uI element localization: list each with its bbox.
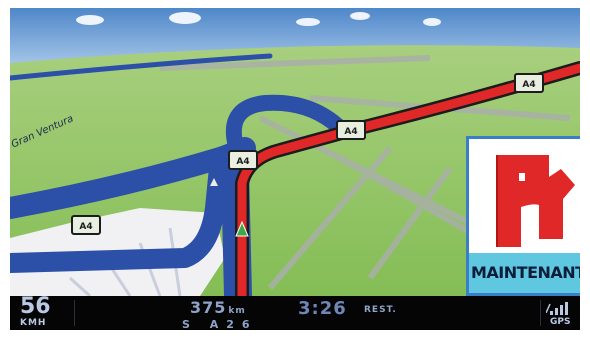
- svg-text:A4: A4: [79, 222, 92, 232]
- route-shield: A4: [228, 150, 258, 170]
- speed-unit: KMH: [20, 318, 47, 328]
- svg-text:A4: A4: [522, 80, 535, 90]
- cloud: [296, 18, 320, 26]
- speed-value: 56: [20, 294, 51, 319]
- cloud: [350, 12, 370, 20]
- status-bar: 56 KMH 375 km S A26 3:26 REST. GPS: [10, 296, 580, 330]
- cloud: [76, 15, 104, 25]
- time-remaining[interactable]: 3:26: [298, 298, 347, 319]
- next-maneuver-panel[interactable]: MAINTENANT: [466, 136, 580, 296]
- svg-text:A4: A4: [344, 127, 357, 137]
- route-shield: A4: [336, 120, 366, 140]
- cloud: [423, 18, 441, 26]
- gps-status-label: GPS: [550, 317, 571, 327]
- cloud: [169, 12, 201, 24]
- road-code: S A26: [182, 318, 258, 330]
- distance-unit: km: [228, 306, 246, 316]
- svg-text:A4: A4: [236, 157, 249, 167]
- divider: [540, 300, 541, 326]
- map-view[interactable]: A4 A4 A4 A4 Gran Ventura MAINTENANT: [10, 8, 580, 296]
- divider: [74, 300, 75, 326]
- route-shield: A4: [514, 73, 544, 93]
- distance-value: 375: [190, 298, 227, 317]
- distance-remaining[interactable]: 375 km: [190, 298, 246, 317]
- route-shield: A4: [71, 215, 101, 235]
- navigation-screen: A4 A4 A4 A4 Gran Ventura MAINTENANT 56 K…: [10, 8, 580, 330]
- turn-right-arrow-icon: [496, 155, 575, 247]
- maneuver-instruction: MAINTENANT: [469, 253, 580, 293]
- time-remaining-label: REST.: [364, 305, 397, 315]
- signal-strength-icon: [546, 302, 568, 315]
